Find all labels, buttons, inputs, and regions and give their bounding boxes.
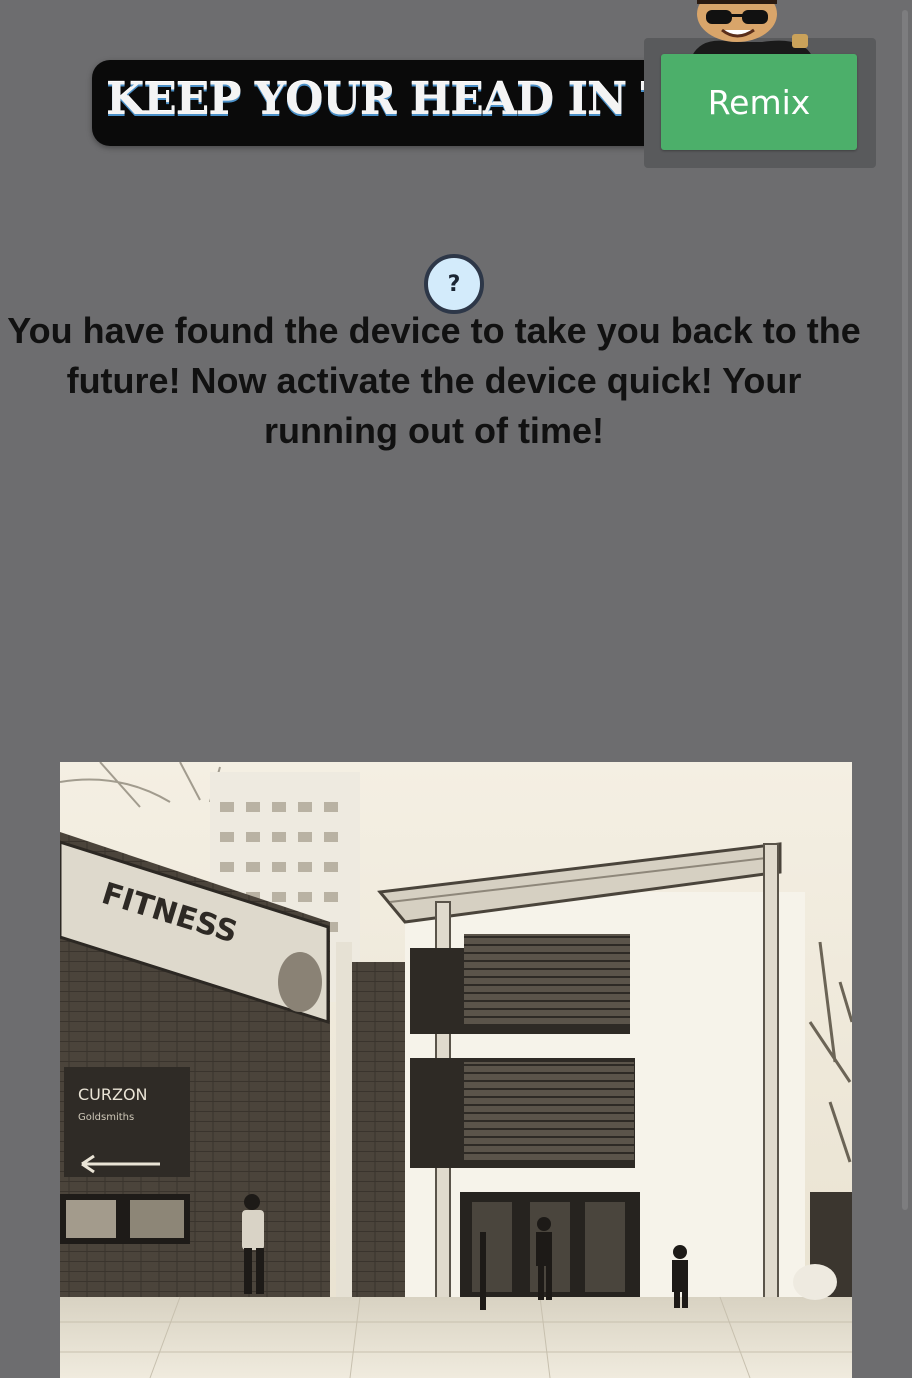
page-title: KEEP YOUR HEAD IN THE GAME [106,74,712,125]
remix-button[interactable]: Remix [661,54,857,150]
sign-subtitle: Goldsmiths [78,1112,134,1123]
title-banner: KEEP YOUR HEAD IN THE GAME [92,60,712,146]
app-screen: KEEP YOUR HEAD IN THE GAME Remix ? You h… [0,0,912,1378]
avatar [692,0,812,56]
scrollbar[interactable] [902,10,908,1210]
sign-title: CURZON [78,1085,148,1104]
help-button[interactable]: ? [424,254,484,314]
question-mark-icon: ? [447,271,461,297]
scene-photo: FITNESS CURZON Goldsmiths [60,762,852,1378]
story-message: You have found the device to take you ba… [7,310,861,451]
